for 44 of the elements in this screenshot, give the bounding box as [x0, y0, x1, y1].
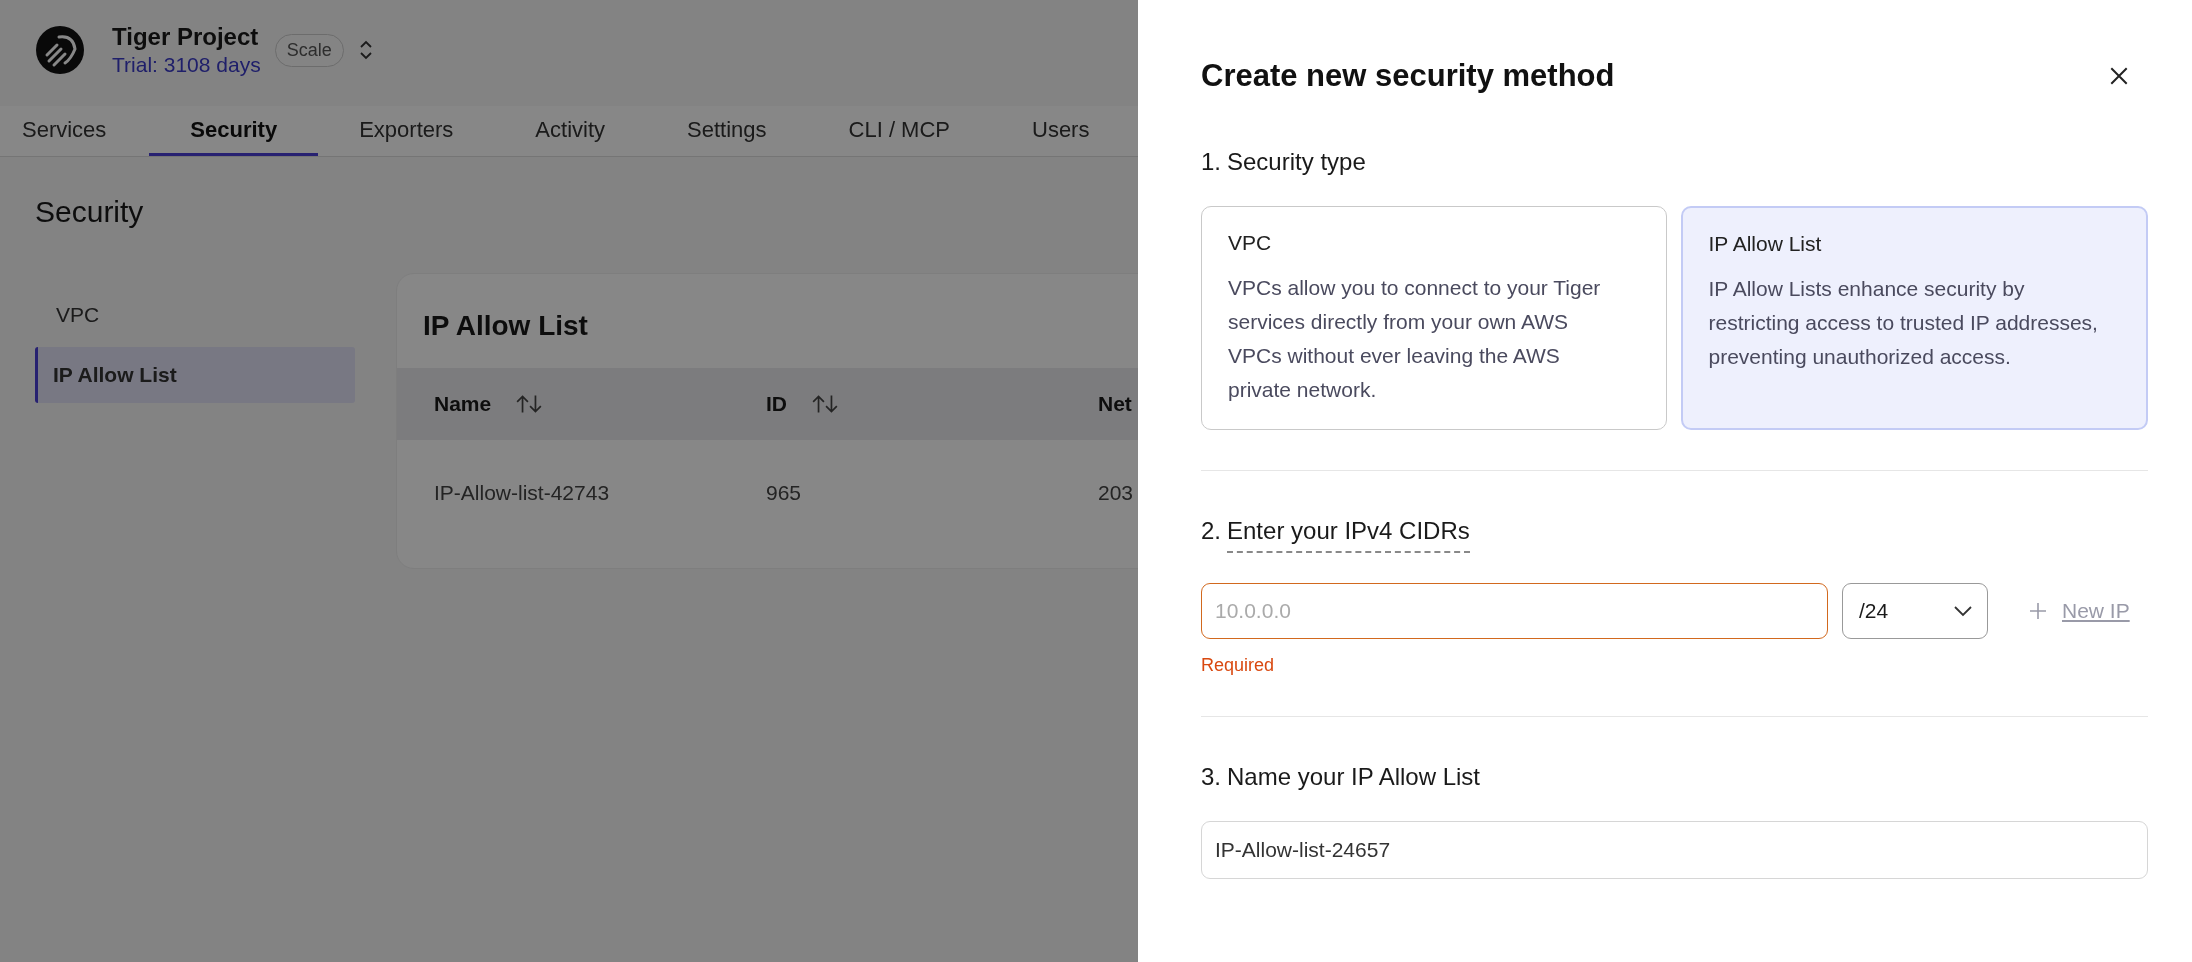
page-title: Security: [35, 195, 144, 229]
section-label: Name your IP Allow List: [1227, 763, 1480, 791]
section-label: Security type: [1227, 148, 1366, 176]
name-input-field[interactable]: IP-Allow-list-24657: [1201, 821, 2148, 879]
error-message: Required: [1201, 655, 1276, 676]
ip-input-field[interactable]: 10.0.0.0: [1201, 583, 1828, 639]
nav-tab[interactable]: Services: [0, 106, 150, 156]
option-title: VPC: [1228, 231, 1273, 255]
nav-tab[interactable]: Activity: [494, 106, 647, 156]
close-icon[interactable]: [2108, 65, 2130, 87]
sort-icon[interactable]: [515, 393, 544, 415]
nav-tab[interactable]: Security: [149, 106, 319, 156]
nav-tab[interactable]: Users: [991, 106, 1131, 156]
option-description: VPCs allow you to connect to your Tiger services directly from your own AWS VPCs without ever leaving the AWS private network.: [1228, 275, 1602, 403]
option-description: IP Allow Lists enhance security by restricting access to trusted IP addresses, preventing unauthorized access.: [1708, 276, 2099, 370]
table-cell: IP-Allow-list-42743: [434, 481, 610, 504]
card-title: IP Allow List: [423, 310, 588, 342]
step-number: 2.: [1201, 517, 1221, 546]
plus-icon: [2028, 601, 2048, 621]
table-cell: 965: [766, 481, 802, 504]
option-title: IP Allow List: [1708, 232, 1823, 256]
section-label: Enter your IPv4 CIDRs: [1227, 517, 1470, 553]
nav-tab[interactable]: Settings: [646, 106, 808, 156]
drawer-title: Create new security method: [1201, 58, 1615, 94]
mask-select[interactable]: /24: [1842, 583, 1988, 639]
plan-badge: Scale: [274, 33, 344, 67]
option-card[interactable]: IP Allow List IP Allow Lists enhance security by restricting access to trusted IP addresses, preventing unauthorized access.: [1680, 206, 2148, 430]
logo-icon: [35, 25, 85, 75]
new-ip-button[interactable]: New IP: [2028, 599, 2130, 623]
nav-tab[interactable]: Exporters: [318, 106, 495, 156]
sidebar-item[interactable]: IP Allow List: [35, 347, 355, 403]
nav-tab[interactable]: CLI / MCP: [807, 106, 991, 156]
project-name: Tiger Project: [112, 23, 260, 51]
trial-text: Trial: 3108 days: [112, 53, 261, 77]
chevron-down-icon: [1953, 605, 1973, 617]
column-header[interactable]: Net: [1098, 392, 1132, 416]
option-card[interactable]: VPC VPCs allow you to connect to your Tiger services directly from your own AWS VPCs without ever leaving the AWS private network.: [1201, 206, 1667, 430]
column-header[interactable]: ID: [766, 392, 787, 416]
step-number: 1.: [1201, 148, 1221, 176]
column-header[interactable]: Name: [434, 392, 492, 416]
table-cell: 203: [1098, 481, 1134, 504]
step-number: 3.: [1201, 763, 1221, 791]
sidebar-item[interactable]: VPC: [35, 287, 355, 343]
sort-icon[interactable]: [811, 393, 839, 415]
